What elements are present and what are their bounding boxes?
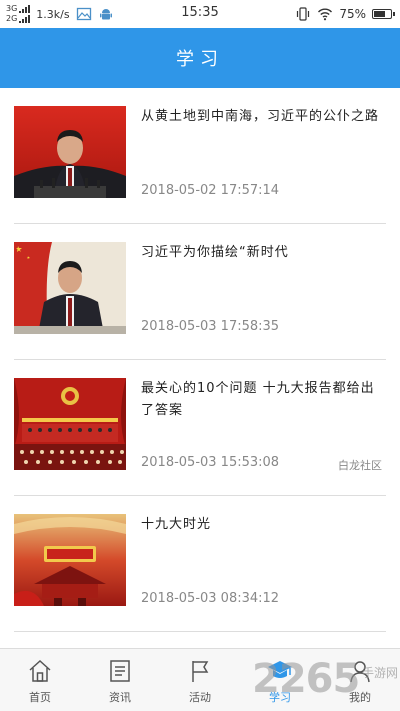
article-title: 习近平为你描绘“新时代 (141, 245, 289, 260)
status-right: 75% (295, 3, 395, 25)
article-date: 2018-05-02 17:57:14 (141, 183, 280, 198)
article-item[interactable]: 十九大时光 2018-05-03 08:34:12 (0, 496, 400, 632)
article-date: 2018-05-03 17:58:35 (141, 319, 280, 334)
article-title: 最关心的10个问题 十九大报告都给出了答案 (141, 381, 375, 418)
tab-label: 资讯 (109, 691, 131, 704)
battery-icon (372, 9, 395, 19)
article-list[interactable]: 从黄土地到中南海，习近平的公仆之路 2018-05-02 17:57:14 习近… (0, 88, 400, 648)
page-title: 学习 (176, 49, 224, 70)
home-icon (29, 659, 51, 682)
article-thumbnail (14, 242, 126, 334)
article-item[interactable]: 从黄土地到中南海，习近平的公仆之路 2018-05-02 17:57:14 (0, 88, 400, 224)
tab-label: 首页 (29, 691, 51, 704)
article-thumbnail (14, 378, 126, 470)
app-screen: 3G 2G 1.3k/s 15:35 75% 学习 从黄土地到中南海，习近平的公… (0, 0, 400, 711)
tab-news[interactable]: 资讯 (80, 649, 160, 711)
status-bar: 3G 2G 1.3k/s 15:35 75% (0, 0, 400, 28)
vibrate-icon (297, 7, 310, 21)
wifi-icon (318, 8, 333, 21)
article-title: 十九大时光 (141, 517, 212, 532)
article-source: 白龙社区 (338, 459, 382, 472)
battery-percent: 75% (339, 7, 366, 21)
tab-label: 活动 (189, 691, 211, 704)
article-thumbnail (14, 514, 126, 606)
watermark-subtext: 手游网 (361, 666, 398, 680)
article-item[interactable]: 习近平为你描绘“新时代 2018-05-03 17:58:35 (0, 224, 400, 360)
article-date: 2018-05-03 08:34:12 (141, 591, 280, 606)
site-watermark: 2265 手游网 (252, 656, 400, 710)
divider (14, 631, 386, 632)
article-date: 2018-05-03 15:53:08 (141, 455, 280, 470)
tab-home[interactable]: 首页 (0, 649, 80, 711)
tab-activity[interactable]: 活动 (160, 649, 240, 711)
watermark-text: 2265 (252, 656, 360, 702)
news-icon (110, 660, 130, 682)
app-header: 学习 (0, 28, 400, 88)
article-thumbnail (14, 106, 126, 198)
article-title: 从黄土地到中南海，习近平的公仆之路 (141, 109, 380, 124)
flag-icon (192, 661, 209, 682)
article-item[interactable]: 最关心的10个问题 十九大报告都给出了答案 2018-05-03 15:53:0… (0, 360, 400, 496)
